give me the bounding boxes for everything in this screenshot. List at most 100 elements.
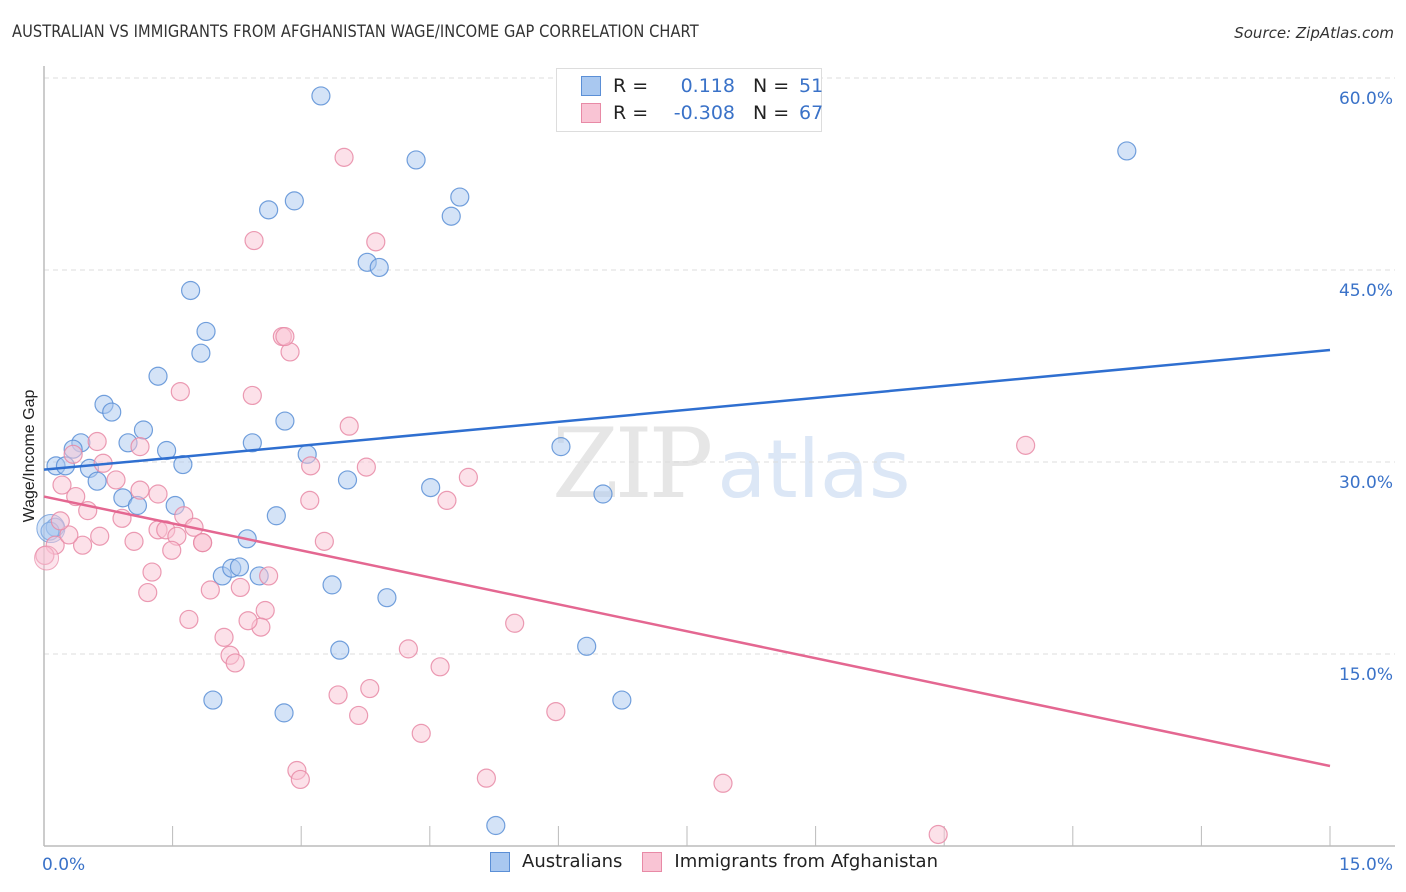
legend-swatch-blue: [581, 76, 601, 96]
data-point: [546, 701, 566, 722]
data-point: [238, 611, 258, 631]
data-point: [162, 540, 182, 560]
data-point: [130, 437, 150, 457]
data-point: [398, 639, 418, 659]
data-point: [593, 484, 613, 504]
data-point: [369, 257, 389, 278]
data-point: [275, 411, 295, 431]
scatter-chart: 15.0% 30.0% 45.0% 60.0% 0.0% 15.0% Wage/Inco…: [21, 66, 1395, 875]
data-point: [242, 385, 262, 406]
data-point: [193, 533, 213, 553]
data-point: [142, 562, 162, 582]
data-point: [63, 444, 83, 464]
data-point: [102, 402, 122, 422]
data-point: [50, 511, 70, 531]
legend-item-immigrants[interactable]: Immigrants from Afghanistan: [642, 851, 938, 872]
legend-label-australians: Australians: [522, 851, 623, 872]
data-point: [214, 627, 234, 647]
trend-line-immigrants: [43, 495, 1331, 768]
data-point: [255, 600, 275, 621]
series-immigrants-afghanistan: [34, 147, 1036, 845]
legend-row-australians: R = 0.118 N = 51: [581, 74, 823, 98]
data-point: [360, 678, 380, 699]
data-point: [124, 531, 144, 551]
legend-stats: R = 0.118 N = 51 R = -0.308 N = 67: [556, 68, 823, 132]
legend-n-value: 67: [799, 102, 824, 124]
data-point: [274, 703, 294, 723]
legend-n-value: 51: [799, 75, 824, 97]
legend-swatch-pink: [581, 103, 601, 123]
data-point: [328, 685, 348, 705]
data-point: [612, 690, 632, 710]
data-point: [106, 470, 126, 490]
data-point: [377, 588, 397, 608]
x-tick-label-max: 15.0%: [1339, 855, 1393, 875]
legend-item-australians[interactable]: Australians: [490, 851, 622, 872]
data-point: [200, 580, 220, 600]
data-point: [330, 640, 350, 660]
data-point: [229, 557, 250, 577]
legend-swatch-blue: [490, 851, 510, 872]
data-point: [179, 609, 199, 630]
data-point: [148, 484, 168, 504]
data-point: [441, 206, 461, 226]
data-point: [266, 506, 286, 526]
legend-label-immigrants: Immigrants from Afghanistan: [674, 851, 938, 872]
x-tick-label-min: 0.0%: [42, 855, 85, 875]
y-tick-label: 30.0%: [1339, 473, 1393, 493]
data-point: [133, 420, 154, 440]
legend-r-label: R =: [613, 102, 649, 124]
data-point: [148, 366, 168, 386]
data-point: [314, 531, 334, 551]
series-australians: [36, 86, 1137, 836]
data-point: [259, 566, 279, 586]
legend-n-label: N =: [753, 75, 790, 97]
data-point: [87, 431, 107, 452]
data-point: [551, 437, 571, 457]
data-point: [259, 200, 279, 220]
data-point: [225, 653, 245, 673]
data-point: [196, 321, 216, 342]
data-point: [300, 490, 320, 510]
data-point: [284, 191, 304, 211]
legend-n-label: N =: [753, 102, 790, 124]
data-point: [138, 582, 158, 603]
y-axis-title: Wage/Income Gap: [21, 390, 38, 523]
data-point: [421, 478, 441, 498]
data-point: [334, 147, 354, 167]
data-point: [337, 470, 358, 490]
data-point: [181, 280, 201, 301]
y-tick-label: 60.0%: [1339, 89, 1393, 109]
data-point: [244, 230, 264, 251]
data-point: [339, 416, 359, 436]
y-tick-labels: 15.0% 30.0% 45.0% 60.0%: [1339, 89, 1393, 685]
data-point: [356, 457, 376, 477]
legend-r-value: 0.118: [680, 75, 735, 97]
y-tick-label: 45.0%: [1339, 281, 1393, 301]
data-point: [476, 768, 496, 788]
data-point: [928, 824, 948, 845]
data-point: [430, 657, 450, 677]
data-point: [713, 773, 733, 793]
data-point: [87, 471, 107, 491]
legend-row-immigrants: R = -0.308 N = 67: [581, 101, 823, 125]
data-point: [203, 690, 223, 710]
data-point: [230, 577, 250, 598]
data-point: [450, 187, 470, 207]
legend-r-label: R =: [613, 75, 649, 97]
data-point: [458, 467, 478, 487]
data-point: [290, 769, 310, 790]
data-point: [191, 343, 211, 363]
data-point: [406, 150, 426, 170]
bottom-legend: Australians Immigrants from Afghanistan: [490, 851, 958, 872]
data-point: [486, 815, 506, 836]
data-point: [349, 705, 369, 726]
data-point: [366, 232, 386, 252]
data-point: [130, 480, 150, 500]
data-point: [322, 575, 342, 595]
data-point: [90, 526, 110, 546]
data-point: [34, 545, 60, 571]
data-point: [275, 326, 295, 347]
data-point: [437, 490, 457, 510]
trend-line-australians: [43, 348, 1331, 471]
